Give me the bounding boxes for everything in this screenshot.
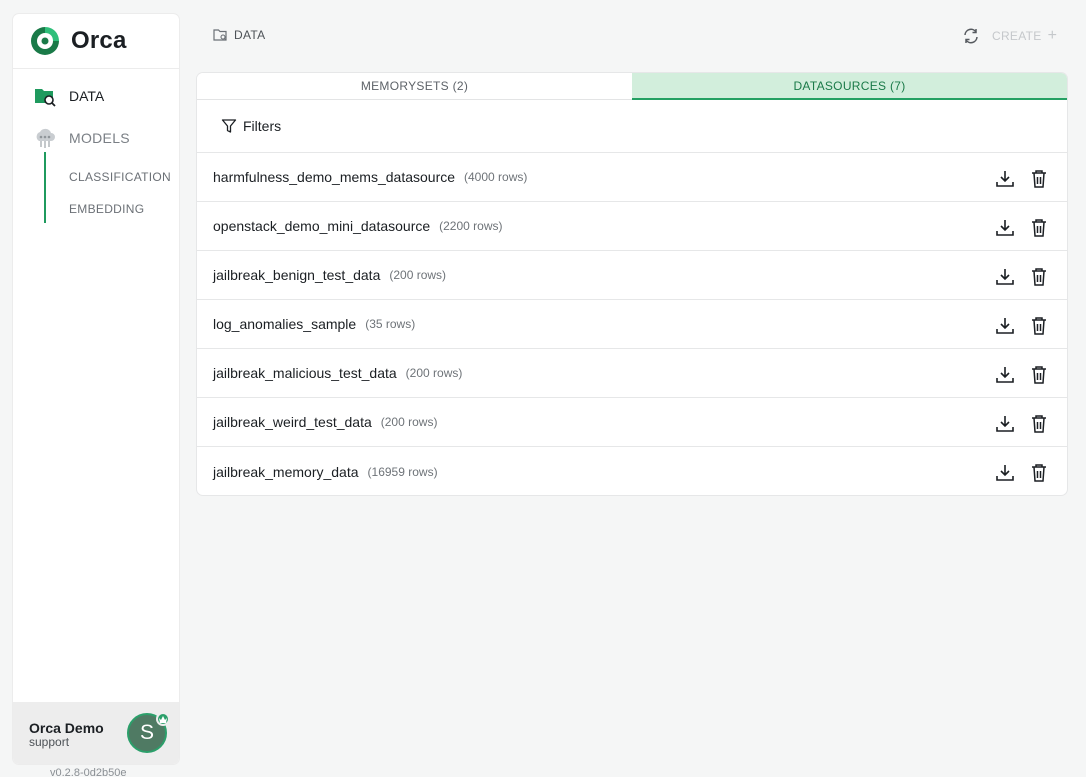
table-row[interactable]: log_anomalies_sample (35 rows): [197, 300, 1067, 349]
logo[interactable]: Orca: [13, 14, 179, 69]
trash-icon[interactable]: [1030, 267, 1048, 287]
datasource-name[interactable]: jailbreak_benign_test_data: [213, 267, 380, 283]
user-menu[interactable]: Orca Demo support S: [13, 702, 179, 764]
app-name: Orca: [71, 27, 127, 54]
datasource-name[interactable]: jailbreak_malicious_test_data: [213, 365, 397, 381]
table-row[interactable]: jailbreak_weird_test_data (200 rows): [197, 398, 1067, 447]
tab-datasources[interactable]: DATASOURCES (7): [632, 73, 1067, 100]
create-button[interactable]: CREATE +: [992, 27, 1058, 44]
trash-icon[interactable]: [1030, 218, 1048, 238]
sidebar-item-data[interactable]: DATA: [33, 84, 104, 108]
user-role: support: [29, 735, 70, 749]
filters-button[interactable]: Filters: [197, 100, 1067, 153]
datasource-name[interactable]: jailbreak_weird_test_data: [213, 414, 372, 430]
sidebar-subitem-embedding[interactable]: EMBEDDING: [69, 202, 144, 216]
row-count: (200 rows): [389, 268, 447, 282]
sidebar-item-label: DATA: [69, 88, 105, 104]
row-count: (4000 rows): [464, 170, 528, 184]
table-row[interactable]: harmfulness_demo_mems_datasource (4000 r…: [197, 153, 1067, 202]
datasource-name[interactable]: openstack_demo_mini_datasource: [213, 218, 430, 234]
sidebar-item-models[interactable]: MODELS: [33, 126, 130, 150]
table-row[interactable]: openstack_demo_mini_datasource (2200 row…: [197, 202, 1067, 251]
row-count: (200 rows): [405, 366, 463, 380]
table-row[interactable]: jailbreak_malicious_test_data (200 rows): [197, 349, 1067, 398]
trash-icon[interactable]: [1030, 316, 1048, 336]
orca-logo-icon: [31, 27, 59, 55]
breadcrumb[interactable]: DATA: [213, 28, 265, 42]
row-count: (2200 rows): [439, 219, 503, 233]
download-icon[interactable]: [995, 365, 1015, 385]
filters-label: Filters: [243, 118, 282, 134]
trash-icon[interactable]: [1030, 365, 1048, 385]
crown-icon: [156, 712, 170, 726]
refresh-icon[interactable]: [962, 27, 980, 45]
download-icon[interactable]: [995, 414, 1015, 434]
user-name: Orca Demo: [29, 720, 104, 736]
row-count: (200 rows): [380, 415, 438, 429]
folder-search-icon: [213, 29, 227, 41]
tab-memorysets[interactable]: MEMORYSETS (2): [197, 73, 632, 100]
sidebar-subitem-classification[interactable]: CLASSIFICATION: [69, 170, 171, 184]
row-count: (16959 rows): [367, 464, 438, 479]
filter-icon: [221, 119, 237, 133]
download-icon[interactable]: [995, 169, 1015, 189]
download-icon[interactable]: [995, 316, 1015, 336]
download-icon[interactable]: [995, 463, 1015, 483]
datasources-panel: MEMORYSETS (2) DATASOURCES (7) Filters h…: [197, 73, 1067, 495]
datasource-name[interactable]: harmfulness_demo_mems_datasource: [213, 169, 455, 185]
subnav-indicator: [44, 152, 46, 223]
app-version: v0.2.8-0d2b50e: [50, 767, 127, 777]
sidebar-item-label: MODELS: [69, 130, 130, 146]
folder-search-icon: [33, 84, 57, 108]
table-row[interactable]: jailbreak_benign_test_data (200 rows): [197, 251, 1067, 300]
trash-icon[interactable]: [1030, 169, 1048, 189]
create-label: CREATE: [992, 29, 1042, 43]
tab-bar: MEMORYSETS (2) DATASOURCES (7): [197, 73, 1067, 100]
datasource-name[interactable]: jailbreak_memory_data: [213, 464, 359, 480]
breadcrumb-label: DATA: [234, 28, 266, 42]
datasource-list: harmfulness_demo_mems_datasource (4000 r…: [197, 153, 1067, 495]
trash-icon[interactable]: [1030, 463, 1048, 483]
datasource-name[interactable]: log_anomalies_sample: [213, 316, 356, 332]
cloud-network-icon: [33, 126, 57, 150]
table-row[interactable]: jailbreak_memory_data (16959 rows): [197, 447, 1067, 495]
row-count: (35 rows): [365, 317, 416, 331]
download-icon[interactable]: [995, 267, 1015, 287]
trash-icon[interactable]: [1030, 414, 1048, 434]
plus-icon: +: [1047, 27, 1058, 44]
download-icon[interactable]: [995, 218, 1015, 238]
sidebar: Orca DATA MODELS CLASSIFICATION EMBEDDIN…: [13, 14, 179, 764]
